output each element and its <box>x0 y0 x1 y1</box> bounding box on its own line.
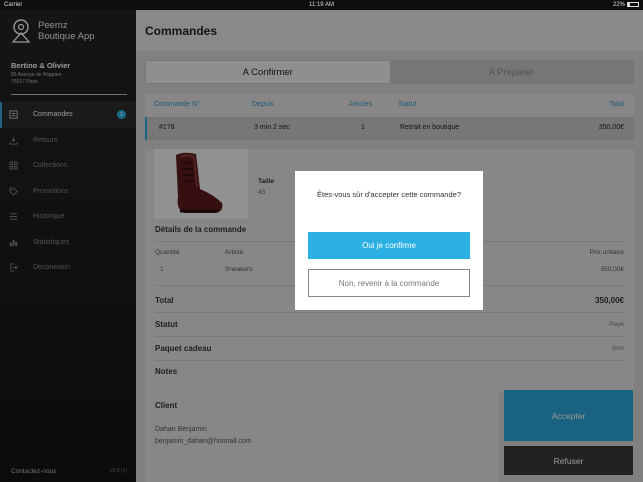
cancel-button[interactable]: Non, revenir à la commande <box>308 269 470 297</box>
battery-icon <box>627 1 639 7</box>
dialog-question: Êtes-vous sûr d'accepter cette commande? <box>316 190 461 199</box>
clock: 11:19 AM <box>309 2 334 8</box>
confirm-button[interactable]: Oui je confirme <box>308 232 470 259</box>
status-bar: Carrier 11:19 AM 22% <box>0 0 643 10</box>
confirm-dialog: Êtes-vous sûr d'accepter cette commande?… <box>295 171 483 310</box>
